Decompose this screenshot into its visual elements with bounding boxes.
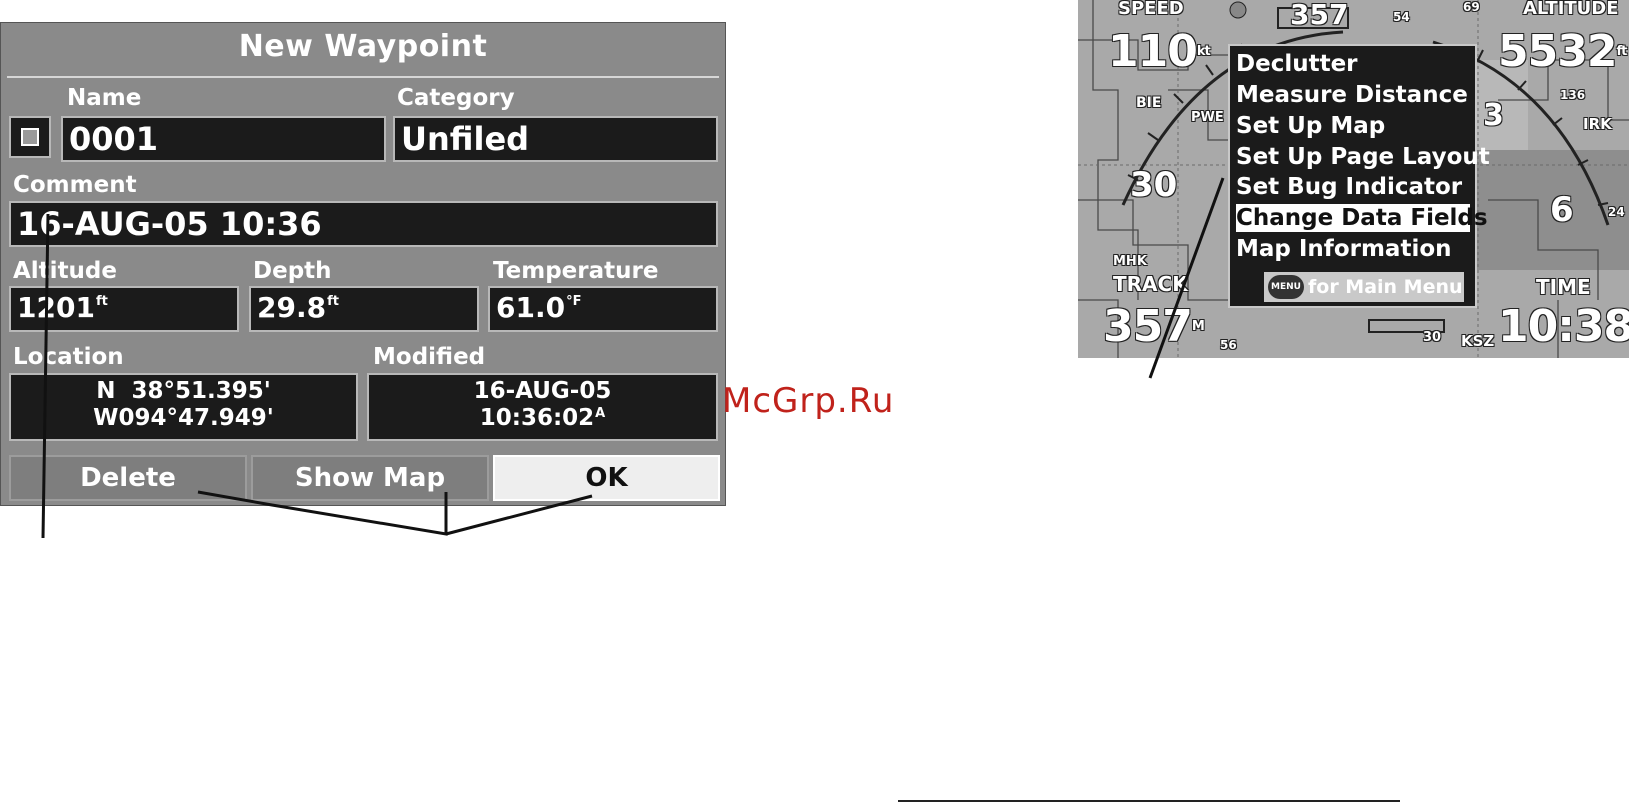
map-label-irk: IRK [1583, 115, 1612, 133]
modified-time-unit: A [595, 406, 606, 421]
menu-item-change-data-fields[interactable]: Change Data Fields [1236, 204, 1488, 232]
altitude-unit: ft [1616, 44, 1627, 59]
menu-item-set-up-page-layout[interactable]: Set Up Page Layout [1236, 143, 1490, 171]
range-ring-3: 3 [1483, 98, 1504, 133]
location-latitude: N 38°51.395' [96, 378, 271, 404]
speed-value: 110kt [1108, 30, 1211, 74]
time-value: 10:38AM [1498, 305, 1629, 349]
category-label: Category [397, 85, 515, 111]
map-label-69: 69 [1463, 0, 1480, 14]
menu-footer-text: for Main Menu [1308, 276, 1463, 298]
temperature-label: Temperature [493, 258, 659, 284]
title-separator [7, 76, 719, 78]
track-number: 357 [1103, 301, 1193, 352]
range-ring-6: 6 [1550, 190, 1574, 230]
menu-item-declutter[interactable]: Declutter [1236, 50, 1470, 78]
temperature-field[interactable]: 61.0°F [488, 286, 718, 332]
map-page-menu: Declutter Measure Distance Set Up Map Se… [1228, 44, 1490, 308]
menu-key-icon[interactable]: MENU [1268, 275, 1304, 299]
menu-item-map-information[interactable]: Map Information [1236, 235, 1470, 263]
altitude-value: 1201 [17, 291, 95, 324]
track-unit: M [1191, 319, 1205, 334]
map-label-56: 56 [1220, 338, 1237, 352]
modified-field: 16-AUG-05 10:36:02A [367, 373, 718, 441]
modified-time: 10:36:02 [479, 405, 595, 431]
comment-field[interactable]: 16-AUG-05 10:36 [9, 201, 718, 247]
location-longitude: W094°47.949' [93, 405, 274, 431]
track-label: TRACK [1113, 272, 1188, 296]
map-label-ksz: KSZ [1461, 332, 1495, 350]
temperature-value: 61.0 [496, 291, 566, 324]
map-label-24: 24 [1608, 205, 1625, 219]
waypoint-symbol-icon[interactable] [9, 116, 51, 158]
altitude-unit: ft [95, 294, 108, 309]
location-label: Location [13, 344, 124, 370]
map-label-mhk: MHK [1113, 254, 1147, 269]
temperature-unit: °F [566, 294, 582, 309]
depth-value: 29.8 [257, 291, 327, 324]
modified-label: Modified [373, 344, 486, 370]
map-label-bie: BIE [1136, 95, 1162, 111]
new-waypoint-dialog: New Waypoint Name Category 0001 Unfiled … [0, 22, 726, 506]
altitude-number: 5532 [1498, 26, 1617, 77]
depth-label: Depth [253, 258, 332, 284]
speed-label: SPEED [1118, 0, 1184, 19]
map-scale-30: 30 [1423, 330, 1442, 345]
dialog-title: New Waypoint [238, 29, 488, 64]
time-number: 10:38 [1498, 301, 1629, 352]
watermark: McGrp.Ru [722, 381, 895, 421]
modified-date: 16-AUG-05 [473, 378, 612, 404]
location-field[interactable]: N 38°51.395' W094°47.949' [9, 373, 358, 441]
speed-number: 110 [1108, 26, 1198, 77]
name-field[interactable]: 0001 [61, 116, 386, 162]
speed-unit: kt [1196, 44, 1211, 59]
menu-footer: MENU for Main Menu [1264, 272, 1464, 302]
altitude-field[interactable]: 1201ft [9, 286, 239, 332]
map-label-54: 54 [1393, 10, 1410, 24]
footer-rule [898, 800, 1400, 802]
ok-button[interactable]: OK [493, 455, 720, 501]
menu-item-set-bug-indicator[interactable]: Set Bug Indicator [1236, 173, 1470, 201]
menu-item-measure-distance[interactable]: Measure Distance [1236, 81, 1470, 109]
track-top-value: 357 [1290, 0, 1349, 31]
map-label-pwe: PWE [1191, 110, 1224, 125]
delete-button[interactable]: Delete [9, 455, 247, 501]
altitude-value: 5532ft [1498, 30, 1627, 74]
name-label: Name [67, 85, 142, 111]
altitude-label: Altitude [13, 258, 117, 284]
altitude-label: ALTITUDE [1523, 0, 1619, 19]
comment-label: Comment [13, 172, 137, 198]
range-ring-30: 30 [1130, 165, 1178, 205]
show-map-button[interactable]: Show Map [251, 455, 489, 501]
track-value: 357M [1103, 305, 1205, 349]
depth-unit: ft [327, 294, 339, 309]
map-label-136: 136 [1560, 88, 1586, 102]
category-field[interactable]: Unfiled [393, 116, 718, 162]
menu-item-set-up-map[interactable]: Set Up Map [1236, 112, 1470, 140]
depth-field[interactable]: 29.8ft [249, 286, 479, 332]
time-label: TIME [1536, 275, 1591, 299]
